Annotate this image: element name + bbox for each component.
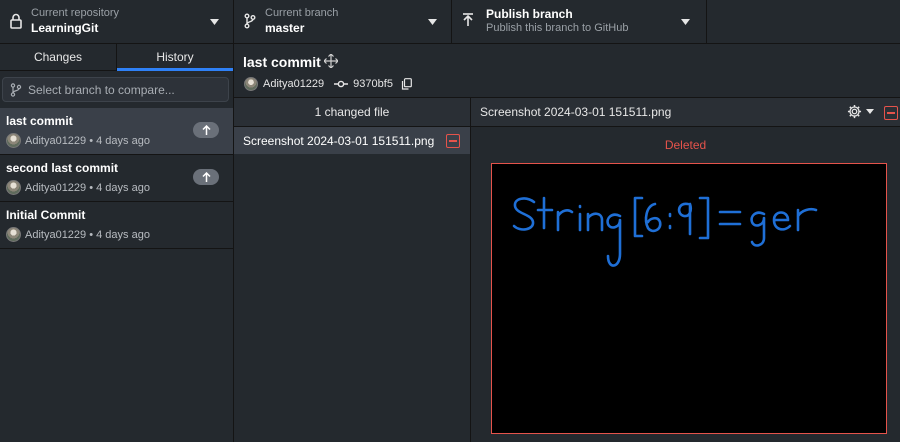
diff-header: Screenshot 2024-03-01 151511.png bbox=[471, 98, 900, 127]
handwritten-image bbox=[512, 196, 818, 267]
lock-icon bbox=[10, 13, 22, 29]
commit-sha: 9370bf5 bbox=[353, 78, 393, 90]
publish-branch-button[interactable]: Publish branch Publish this branch to Gi… bbox=[452, 0, 707, 44]
commit-title: last commit bbox=[243, 54, 321, 70]
current-repository-label: Current repository bbox=[31, 7, 120, 19]
branch-compare-input[interactable] bbox=[28, 82, 218, 97]
unpushed-commit-badge[interactable] bbox=[193, 169, 219, 185]
publish-branch-label: Publish branch bbox=[486, 7, 573, 21]
chevron-down-icon[interactable] bbox=[681, 19, 690, 25]
file-deleted-icon bbox=[446, 134, 460, 148]
commit-item[interactable]: second last commit Aditya01229 • 4 days … bbox=[0, 155, 233, 202]
commit-meta: Aditya01229 • 4 days ago bbox=[25, 228, 150, 241]
commit-list: last commit Aditya01229 • 4 days ago sec… bbox=[0, 108, 233, 249]
commit-icon bbox=[334, 80, 349, 88]
deleted-image-preview bbox=[491, 163, 887, 434]
branch-icon bbox=[10, 82, 22, 97]
commit-meta: Aditya01229 • 4 days ago bbox=[25, 134, 150, 147]
commit-author: Aditya01229 bbox=[263, 78, 325, 90]
arrow-up-icon bbox=[201, 125, 211, 135]
diff-file-name: Screenshot 2024-03-01 151511.png bbox=[480, 105, 672, 119]
current-branch-label: Current branch bbox=[265, 7, 339, 19]
chevron-down-icon bbox=[428, 19, 437, 25]
gear-icon bbox=[847, 104, 862, 119]
tab-changes[interactable]: Changes bbox=[0, 44, 116, 70]
expand-icon[interactable] bbox=[324, 54, 338, 68]
file-deleted-icon bbox=[884, 106, 898, 120]
commit-meta: Aditya01229 • 4 days ago bbox=[25, 181, 150, 194]
current-branch-value: master bbox=[265, 21, 305, 35]
upload-icon bbox=[463, 13, 473, 26]
chevron-down-icon bbox=[210, 19, 219, 25]
file-list-item[interactable]: Screenshot 2024-03-01 151511.png bbox=[234, 127, 470, 154]
branch-icon bbox=[244, 13, 256, 29]
toolbar: Current repository LearningGit Current b… bbox=[0, 0, 900, 44]
current-repository-dropdown[interactable]: Current repository LearningGit bbox=[0, 0, 234, 44]
current-branch-dropdown[interactable]: Current branch master bbox=[234, 0, 452, 44]
avatar bbox=[244, 77, 258, 91]
branch-compare-field[interactable] bbox=[2, 77, 229, 102]
diff-options-button[interactable] bbox=[847, 104, 874, 119]
unpushed-commit-badge[interactable] bbox=[193, 122, 219, 138]
publish-branch-description: Publish this branch to GitHub bbox=[486, 22, 629, 34]
current-repository-value: LearningGit bbox=[31, 21, 99, 35]
changed-files-panel: 1 changed file Screenshot 2024-03-01 151… bbox=[234, 98, 471, 442]
diff-status-label: Deleted bbox=[664, 138, 707, 152]
changed-files-count: 1 changed file bbox=[234, 98, 470, 127]
avatar bbox=[6, 133, 21, 148]
avatar bbox=[6, 227, 21, 242]
tab-history[interactable]: History bbox=[116, 44, 233, 71]
avatar bbox=[6, 180, 21, 195]
sidebar-tabs: Changes History bbox=[0, 44, 233, 71]
diff-panel: Screenshot 2024-03-01 151511.png Deleted bbox=[471, 98, 900, 442]
commit-item[interactable]: Initial Commit Aditya01229 • 4 days ago bbox=[0, 202, 233, 249]
copy-icon[interactable] bbox=[401, 78, 412, 90]
sidebar: Changes History last commit Aditya01229 … bbox=[0, 44, 234, 442]
commit-summary-header: last commit Aditya01229 9370bf5 bbox=[234, 44, 900, 98]
commit-title: Initial Commit bbox=[6, 208, 86, 222]
file-name: Screenshot 2024-03-01 151511.png bbox=[243, 133, 435, 148]
commit-item[interactable]: last commit Aditya01229 • 4 days ago bbox=[0, 108, 233, 155]
chevron-down-icon bbox=[866, 109, 874, 114]
arrow-up-icon bbox=[201, 172, 211, 182]
